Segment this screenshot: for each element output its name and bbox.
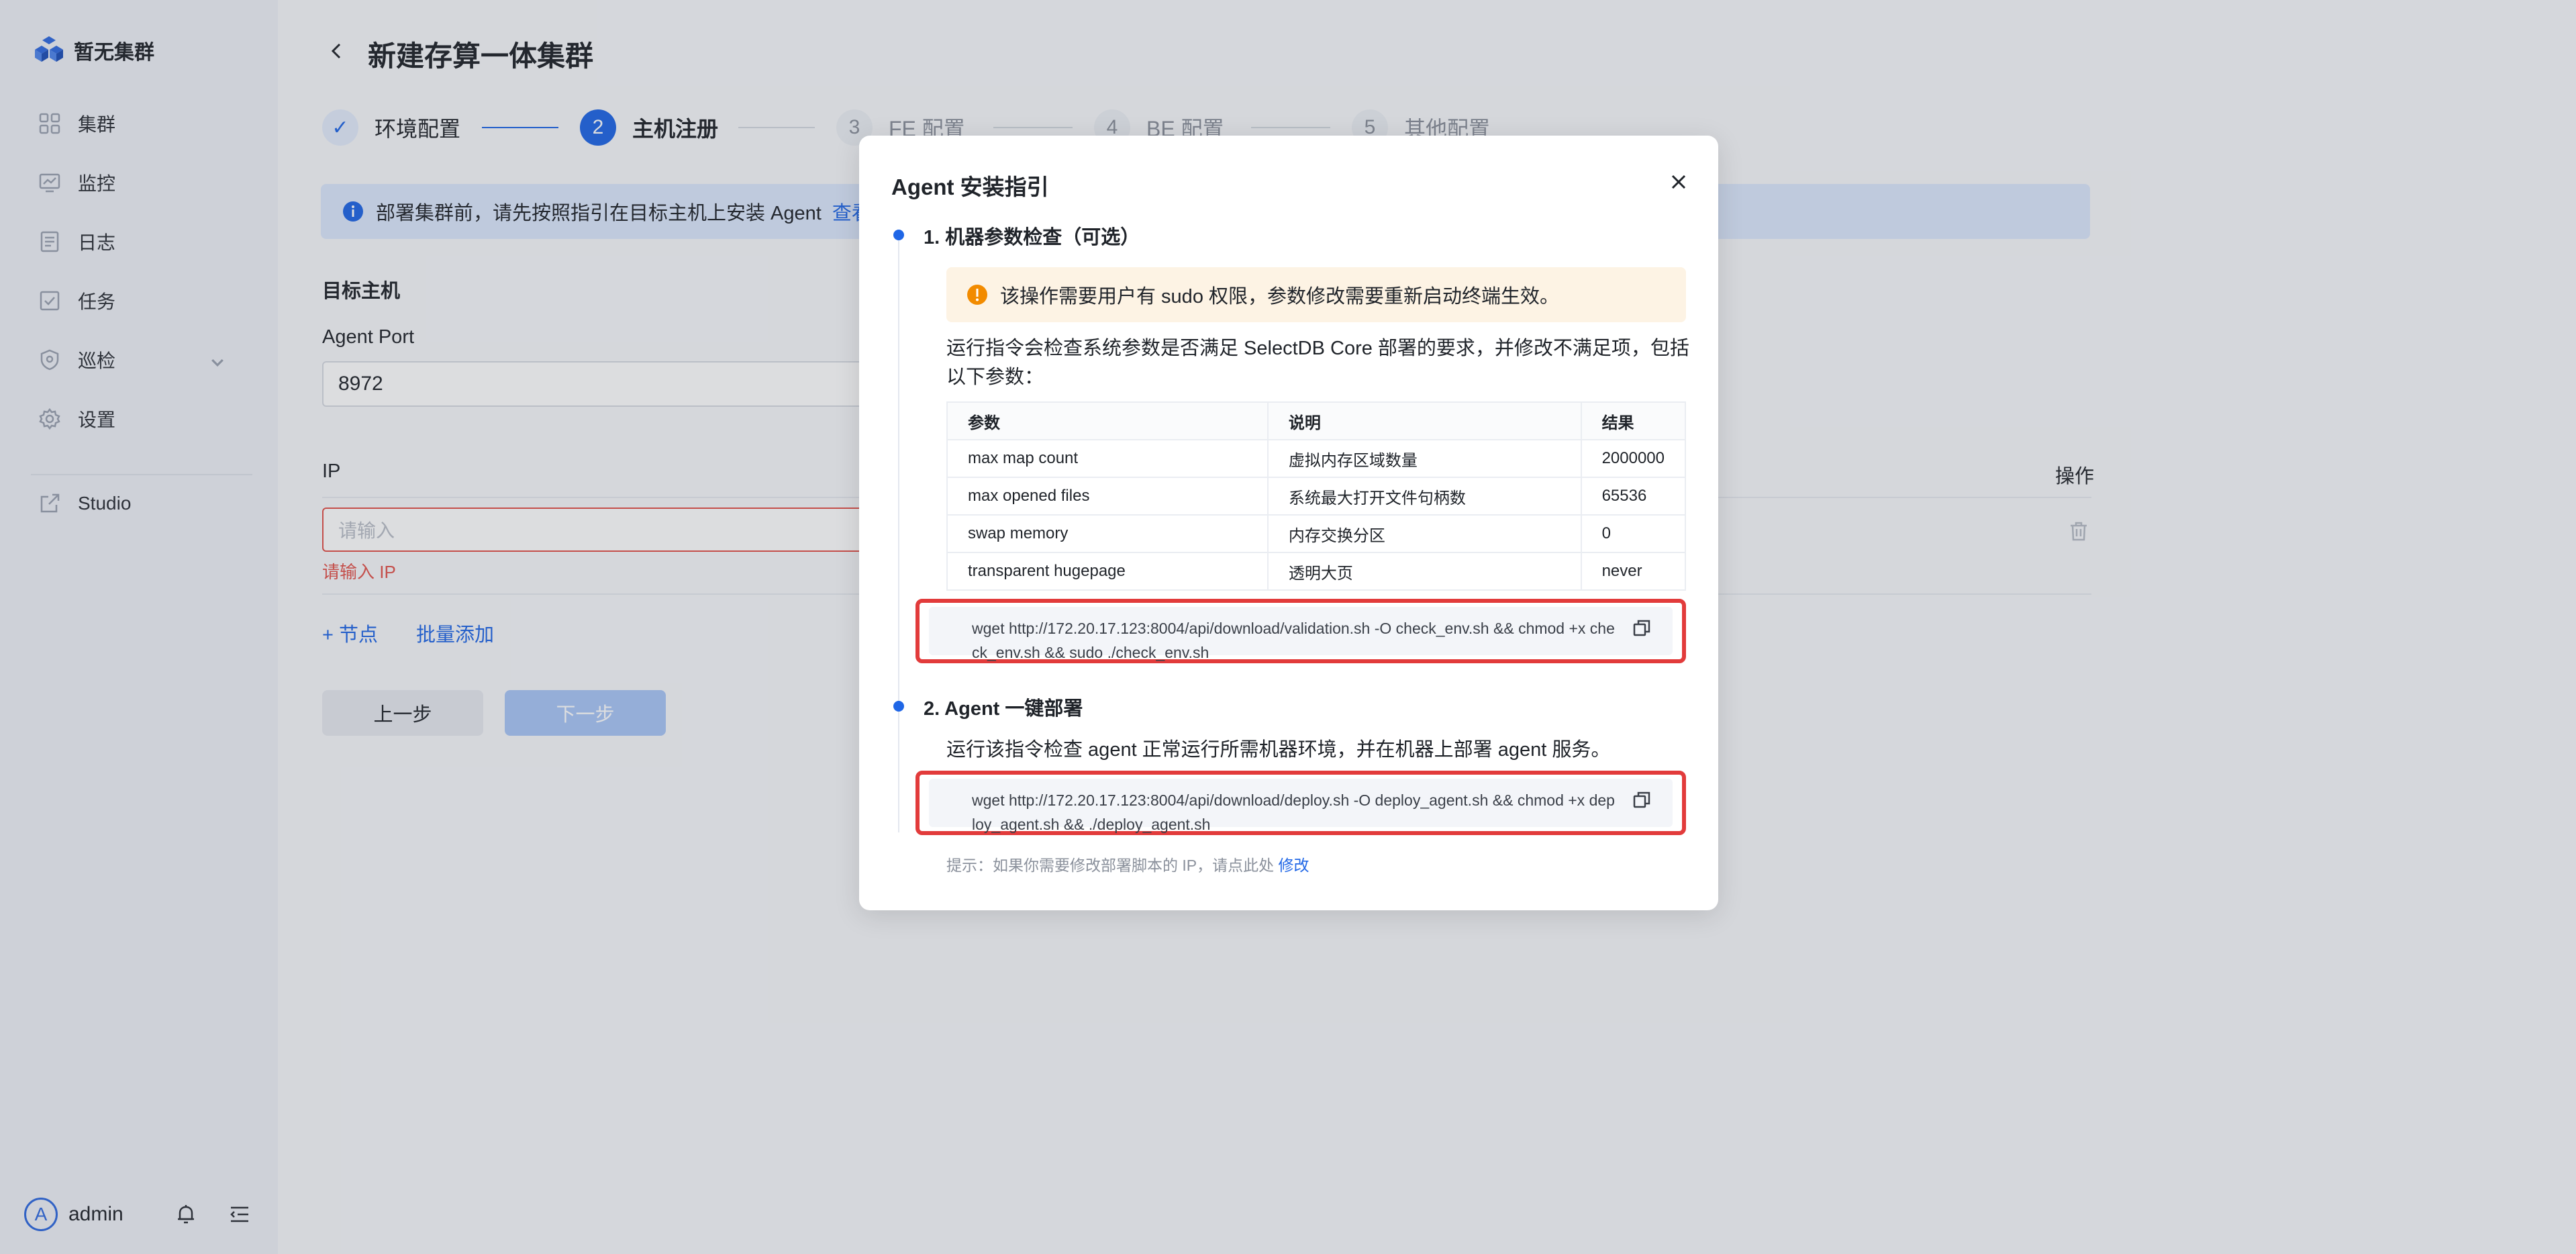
table-row: transparent hugepage 透明大页 never <box>946 552 1687 591</box>
warning-alert: 该操作需要用户有 sudo 权限，参数修改需要重新启动终端生效。 <box>946 267 1686 322</box>
agent-install-guide-modal: Agent 安装指引 1. 机器参数检查（可选） 该操作需要用户有 sudo 权… <box>859 136 1718 910</box>
modal-title: Agent 安装指引 <box>891 175 1049 199</box>
result-cell: 0 <box>1580 514 1687 553</box>
result-cell: 2000000 <box>1580 439 1687 478</box>
step-bullet <box>893 701 904 712</box>
copy-icon[interactable] <box>1631 618 1652 639</box>
step2-title: 2. Agent 一键部署 <box>924 698 1083 720</box>
check-env-command-box: wget http://172.20.17.123:8004/api/downl… <box>915 599 1686 663</box>
param-cell: max opened files <box>946 477 1269 516</box>
step1-description: 运行指令会检查系统参数是否满足 SelectDB Core 部署的要求，并修改不… <box>946 338 1689 388</box>
header-cell: 说明 <box>1267 401 1582 440</box>
warning-text: 该操作需要用户有 sudo 权限，参数修改需要重新启动终端生效。 <box>1000 286 1560 307</box>
desc-cell: 系统最大打开文件句柄数 <box>1267 477 1582 516</box>
step1-title: 1. 机器参数检查（可选） <box>924 227 1140 248</box>
tip-label: 提示：如果你需要修改部署脚本的 IP，请点此处 <box>946 857 1275 874</box>
result-cell: 65536 <box>1580 477 1687 516</box>
param-table: 参数 说明 结果 max map count 虚拟内存区域数量 2000000 … <box>946 401 1687 591</box>
command-area: wget http://172.20.17.123:8004/api/downl… <box>929 607 1673 661</box>
table-row: max opened files 系统最大打开文件句柄数 65536 <box>946 477 1687 516</box>
step2-description: 运行该指令检查 agent 正常运行所需机器环境，并在机器上部署 agent 服… <box>946 739 1611 761</box>
copy-icon[interactable] <box>1631 789 1652 811</box>
deploy-command-box: wget http://172.20.17.123:8004/api/downl… <box>915 771 1686 835</box>
check-env-command[interactable]: wget http://172.20.17.123:8004/api/downl… <box>972 616 1616 665</box>
desc-cell: 虚拟内存区域数量 <box>1267 439 1582 478</box>
guide-timeline <box>898 235 899 832</box>
warning-icon <box>967 285 987 305</box>
table-header-row: 参数 说明 结果 <box>946 401 1687 440</box>
table-row: swap memory 内存交换分区 0 <box>946 514 1687 553</box>
step-bullet <box>893 230 904 240</box>
param-cell: swap memory <box>946 514 1269 553</box>
param-cell: max map count <box>946 439 1269 478</box>
header-cell: 参数 <box>946 401 1269 440</box>
deploy-command[interactable]: wget http://172.20.17.123:8004/api/downl… <box>972 788 1616 836</box>
table-row: max map count 虚拟内存区域数量 2000000 <box>946 439 1687 478</box>
result-cell: never <box>1580 552 1687 591</box>
desc-cell: 内存交换分区 <box>1267 514 1582 553</box>
param-cell: transparent hugepage <box>946 552 1269 591</box>
modify-ip-link[interactable]: 修改 <box>1279 857 1309 874</box>
header-cell: 结果 <box>1580 401 1687 440</box>
close-icon[interactable] <box>1667 171 1690 193</box>
tip-text: 提示：如果你需要修改部署脚本的 IP，请点此处 修改 <box>946 853 1309 875</box>
desc-cell: 透明大页 <box>1267 552 1582 591</box>
command-area: wget http://172.20.17.123:8004/api/downl… <box>929 779 1673 833</box>
